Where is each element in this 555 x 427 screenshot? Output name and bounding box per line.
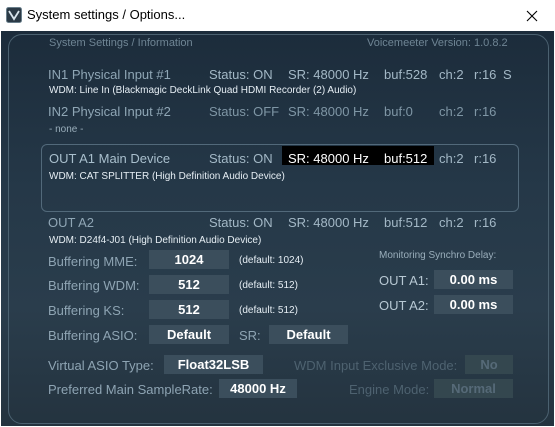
engine-mode-label: Engine Mode:: [349, 382, 430, 397]
input-1-status: Status: ON: [209, 67, 273, 82]
input-2-name: IN2 Physical Input #2: [48, 104, 171, 119]
input-1-extra: S: [503, 67, 512, 82]
output-a2-channels: ch:2: [439, 215, 464, 230]
input-2-resolution: r:16: [474, 104, 497, 119]
buffering-ks-label: Buffering KS:: [48, 303, 125, 318]
output-a1-resolution: r:16: [474, 151, 497, 166]
output-a1-device: WDM: CAT SPLITTER (High Definition Audio…: [49, 171, 285, 182]
voicemeeter-app-icon: [6, 7, 22, 23]
sync-a2-label: OUT A2:: [379, 298, 429, 313]
output-a1-status: Status: ON: [209, 151, 273, 166]
input-1-buffer: buf:528: [384, 67, 428, 82]
asio-sr-field[interactable]: Default: [269, 325, 348, 344]
input-2-status: Status: OFF: [209, 104, 280, 119]
buffering-wdm-label: Buffering WDM:: [48, 278, 140, 293]
engine-mode-field: Normal: [434, 379, 513, 398]
input-1-resolution: r:16: [474, 67, 497, 82]
input-2-buffer: buf:0: [384, 104, 413, 119]
output-a2-name: OUT A2: [48, 215, 95, 230]
output-a2-buffer: buf:512: [384, 215, 428, 230]
close-icon: [526, 10, 538, 21]
input-1-device: WDM: Line In (Blackmagic DeckLink Quad H…: [49, 85, 357, 96]
output-a1-buffer: buf:512: [384, 151, 428, 166]
sync-a1-field[interactable]: 0.00 ms: [434, 270, 513, 289]
input-1-samplerate: SR: 48000 Hz: [288, 67, 369, 82]
buffering-ks-default: (default: 512): [239, 305, 298, 316]
asio-type-field[interactable]: Float32LSB: [164, 355, 263, 374]
window-title: System settings / Options...: [27, 7, 186, 22]
output-a2-device: WDM: D24f4-J01 (High Definition Audio De…: [49, 235, 262, 246]
buffering-asio-field[interactable]: Default: [149, 325, 229, 344]
input-1-name: IN1 Physical Input #1: [48, 67, 171, 82]
input-2-samplerate: SR: 48000 Hz: [288, 104, 369, 119]
buffering-mme-default: (default: 1024): [239, 255, 304, 266]
samplerate-field[interactable]: 48000 Hz: [219, 379, 297, 398]
input-2-device: - none -: [49, 124, 84, 135]
buffering-ks-field[interactable]: 512: [149, 300, 229, 319]
output-a2-resolution: r:16: [474, 215, 497, 230]
buffering-mme-field[interactable]: 1024: [149, 250, 229, 269]
wdm-exclusive-field: No: [465, 355, 513, 374]
output-a2-status: Status: ON: [209, 215, 273, 230]
input-1-channels: ch:2: [439, 67, 464, 82]
close-button[interactable]: [509, 0, 555, 31]
sync-a1-label: OUT A1:: [379, 273, 429, 288]
output-a1-name: OUT A1 Main Device: [49, 151, 171, 166]
samplerate-label: Preferred Main SampleRate:: [48, 382, 213, 397]
wdm-exclusive-label: WDM Input Exclusive Mode:: [294, 358, 458, 373]
settings-panel: System Settings / Information Voicemeete…: [1, 31, 554, 426]
output-a1-samplerate: SR: 48000 Hz: [288, 151, 369, 166]
buffering-wdm-field[interactable]: 512: [149, 275, 229, 294]
asio-sr-label: SR:: [239, 328, 261, 343]
buffering-asio-label: Buffering ASIO:: [48, 328, 138, 343]
version-label: Voicemeeter Version: 1.0.8.2: [367, 37, 508, 49]
sync-a2-field[interactable]: 0.00 ms: [434, 295, 513, 314]
buffering-wdm-default: (default: 512): [239, 280, 298, 291]
title-bar[interactable]: System settings / Options...: [0, 0, 555, 31]
sync-delay-title: Monitoring Synchro Delay:: [379, 250, 497, 261]
settings-window: System settings / Options... System Sett…: [0, 0, 555, 427]
section-header: System Settings / Information: [49, 37, 193, 49]
output-a1-channels: ch:2: [439, 151, 464, 166]
asio-type-label: Virtual ASIO Type:: [48, 358, 154, 373]
output-a2-samplerate: SR: 48000 Hz: [288, 215, 369, 230]
buffering-mme-label: Buffering MME:: [48, 254, 138, 269]
input-2-channels: ch:2: [439, 104, 464, 119]
